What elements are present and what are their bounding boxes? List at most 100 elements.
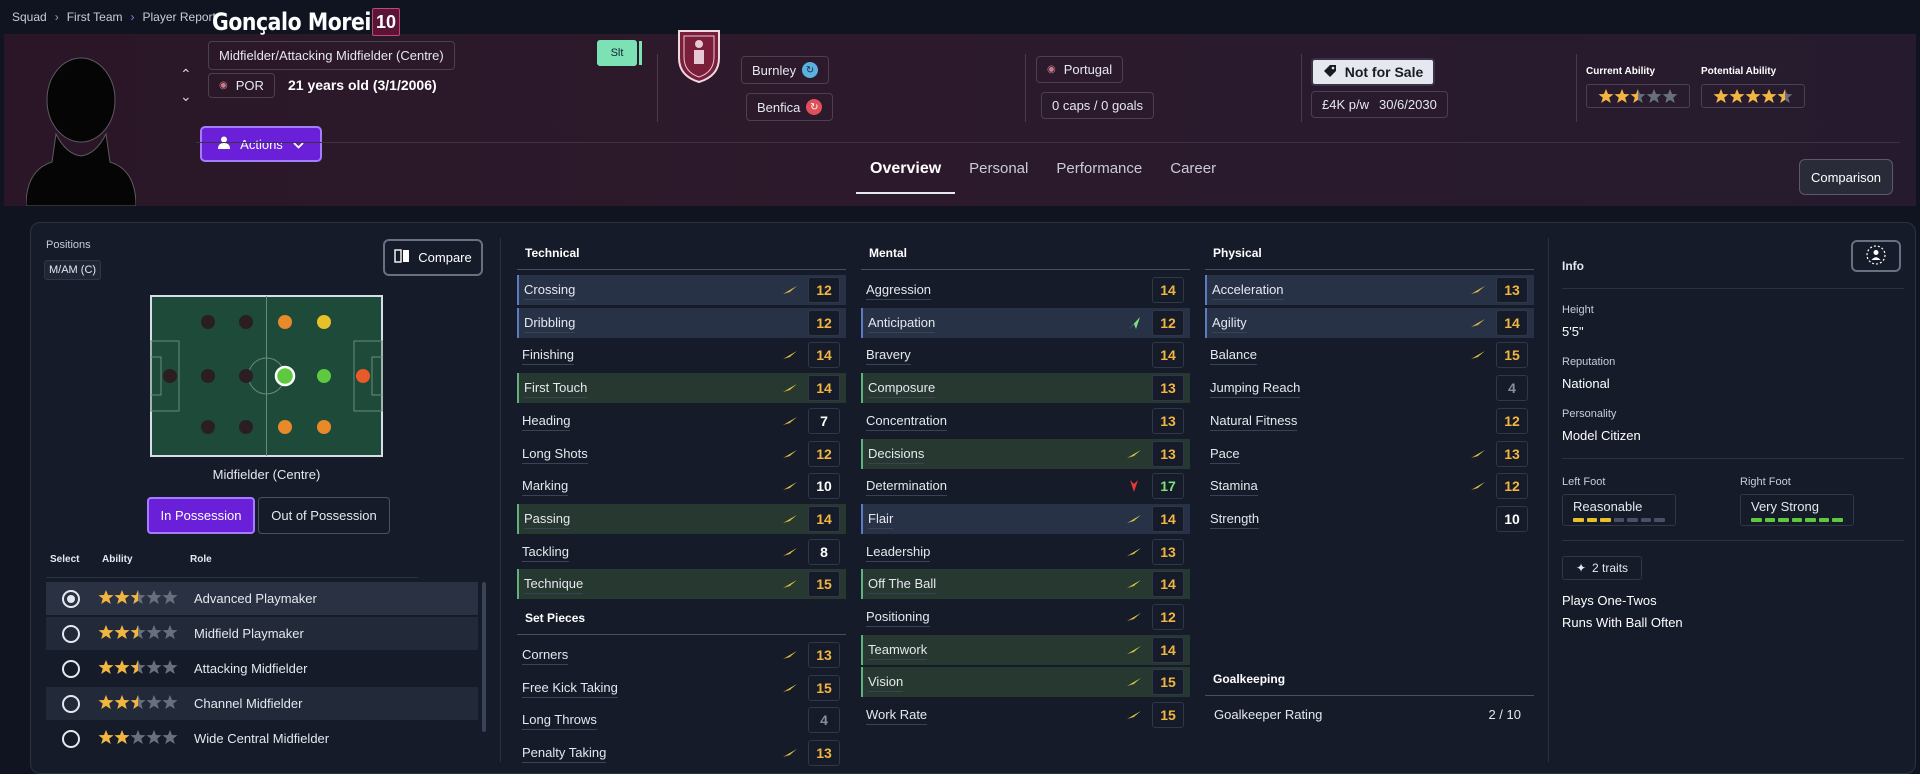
role-row[interactable]: Midfield Playmaker <box>46 617 478 650</box>
left-foot-value: Reasonable <box>1573 499 1643 514</box>
chevron-up-icon[interactable]: ⌃ <box>180 67 192 81</box>
attribute-row[interactable]: Strength 10 <box>1205 504 1534 534</box>
attribute-row[interactable]: Balance 15 <box>1205 340 1534 370</box>
attribute-row[interactable]: Leadership 13 <box>861 537 1190 567</box>
star-icon <box>1662 89 1678 103</box>
person-circle-icon <box>1865 244 1887 269</box>
attribute-row[interactable]: Free Kick Taking 15 <box>517 673 846 703</box>
attribute-row[interactable]: Concentration 13 <box>861 406 1190 436</box>
personality-icon-button[interactable] <box>1851 240 1901 272</box>
role-row[interactable]: Channel Midfielder <box>46 687 478 720</box>
status-tag[interactable]: Slt <box>597 40 642 66</box>
attribute-row[interactable]: Tackling 8 <box>517 537 846 567</box>
chevron-right-icon: › <box>130 10 135 24</box>
meter-segment <box>1818 518 1830 522</box>
attribute-name: Technique <box>524 574 584 595</box>
attribute-row[interactable]: Penalty Taking 13 <box>517 738 846 768</box>
attribute-row[interactable]: Stamina 12 <box>1205 471 1534 501</box>
attribute-row[interactable]: Bravery 14 <box>861 340 1190 370</box>
tab-personal[interactable]: Personal <box>955 152 1042 194</box>
attribute-row[interactable]: Dribbling 12 <box>517 307 846 338</box>
contract-expiry: 30/6/2030 <box>1378 97 1437 112</box>
attribute-row[interactable]: Passing 14 <box>517 503 846 534</box>
star-icon <box>1777 89 1793 103</box>
attribute-value: 4 <box>1496 375 1528 402</box>
divider <box>517 634 846 635</box>
divider <box>1205 695 1534 696</box>
compare-button[interactable]: Compare <box>383 239 483 276</box>
traits-button[interactable]: ✦ 2 traits <box>1562 556 1642 580</box>
attribute-row[interactable]: Jumping Reach 4 <box>1205 373 1534 403</box>
breadcrumb-first-team[interactable]: First Team <box>67 10 123 24</box>
attribute-row[interactable]: Long Throws 4 <box>517 705 846 735</box>
role-radio[interactable] <box>62 589 80 608</box>
role-radio[interactable] <box>62 624 80 643</box>
role-radio[interactable] <box>62 729 80 748</box>
role-row[interactable]: Wide Central Midfielder <box>46 722 478 755</box>
reputation-label: Reputation <box>1562 356 1616 368</box>
meter-segment <box>1751 518 1762 522</box>
attribute-row[interactable]: Marking 10 <box>517 471 846 501</box>
nationality-code: POR <box>235 78 264 93</box>
star-icon <box>146 695 162 709</box>
attribute-row[interactable]: Finishing 14 <box>517 340 846 370</box>
role-ability-stars <box>98 729 178 748</box>
nation-badge[interactable]: ◉ Portugal <box>1036 56 1124 83</box>
arrow-up-green-icon <box>1129 316 1140 329</box>
attribute-row[interactable]: Anticipation 12 <box>861 307 1190 338</box>
attribute-value: 12 <box>808 440 840 467</box>
role-row[interactable]: Attacking Midfielder <box>46 652 478 685</box>
star-icon <box>162 590 178 604</box>
attribute-row[interactable]: Pace 13 <box>1205 439 1534 469</box>
transfer-status-badge[interactable]: Not for Sale <box>1311 58 1435 86</box>
attribute-row[interactable]: Acceleration 13 <box>1205 275 1534 305</box>
attribute-row[interactable]: Flair 14 <box>861 503 1190 534</box>
attribute-row[interactable]: Technique 15 <box>517 569 846 600</box>
roles-scrollbar[interactable] <box>482 582 486 732</box>
trend-up-icon <box>783 683 797 692</box>
attribute-row[interactable]: Long Shots 12 <box>517 439 846 469</box>
meter-segment <box>1778 518 1789 522</box>
attribute-value: 13 <box>808 642 840 668</box>
attribute-name: Aggression <box>866 280 932 300</box>
actions-button[interactable]: Actions <box>200 126 322 162</box>
role-radio[interactable] <box>62 694 80 713</box>
attribute-row[interactable]: First Touch 14 <box>517 373 846 404</box>
role-row[interactable]: Advanced Playmaker <box>46 582 478 615</box>
attribute-value: 12 <box>808 309 840 336</box>
attribute-row[interactable]: Positioning 12 <box>861 602 1190 632</box>
breadcrumb-squad[interactable]: Squad <box>12 10 47 24</box>
attribute-row[interactable]: Off The Ball 14 <box>861 569 1190 600</box>
breadcrumb-player-report: Player Report <box>142 10 216 24</box>
out-of-possession-toggle[interactable]: Out of Possession <box>258 497 390 534</box>
star-icon <box>162 695 178 709</box>
transfer-status-text: Not for Sale <box>1344 64 1424 80</box>
attribute-row[interactable]: Vision 15 <box>861 667 1190 698</box>
in-possession-toggle[interactable]: In Possession <box>147 497 255 534</box>
attribute-row[interactable]: Decisions 13 <box>861 438 1190 469</box>
compare-label: Compare <box>418 250 472 265</box>
tab-performance[interactable]: Performance <box>1042 152 1156 194</box>
tab-career[interactable]: Career <box>1156 152 1230 194</box>
attribute-row[interactable]: Heading 7 <box>517 406 846 436</box>
tab-overview[interactable]: Overview <box>856 152 956 194</box>
role-radio[interactable] <box>62 659 80 678</box>
current-club[interactable]: Burnley ↻ <box>741 56 830 84</box>
attribute-row[interactable]: Aggression 14 <box>861 275 1190 305</box>
attribute-value: 17 <box>1152 473 1184 500</box>
loan-club[interactable]: Benfica ↻ <box>746 93 834 121</box>
comparison-button[interactable]: Comparison <box>1799 159 1893 195</box>
attribute-row[interactable]: Crossing 12 <box>517 275 846 305</box>
attribute-row[interactable]: Corners 13 <box>517 640 846 670</box>
attribute-row[interactable]: Natural Fitness 12 <box>1205 406 1534 436</box>
attribute-row[interactable]: Teamwork 14 <box>861 634 1190 665</box>
attribute-row[interactable]: Composure 13 <box>861 373 1190 404</box>
attribute-row[interactable]: Determination 17 <box>861 471 1190 501</box>
attribute-row[interactable]: Agility 14 <box>1205 307 1534 338</box>
divider <box>1205 269 1534 270</box>
wage-text: £4K p/w <box>1322 97 1369 112</box>
trend-up-icon <box>783 514 797 523</box>
chevron-down-icon[interactable]: ⌄ <box>180 89 192 103</box>
attribute-row[interactable]: Work Rate 15 <box>861 700 1190 730</box>
attribute-name: Passing <box>524 509 571 529</box>
